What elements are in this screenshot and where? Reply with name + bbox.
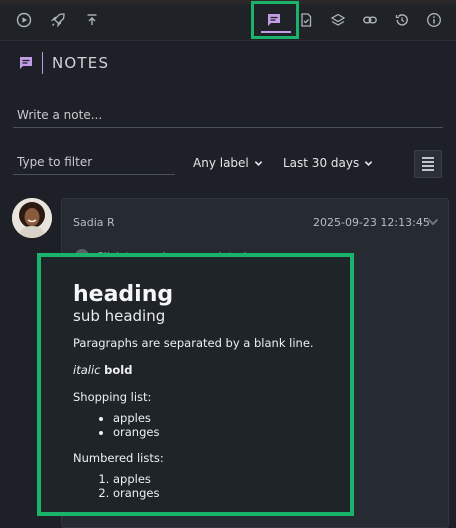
notes-header: NOTES [18, 52, 109, 74]
write-note-input[interactable] [13, 106, 443, 128]
chevron-down-icon [364, 160, 373, 166]
note-author: Sadia R [73, 216, 115, 229]
list-item: apples [113, 411, 343, 425]
label-dropdown[interactable]: Any label [193, 156, 263, 170]
numbered-list-label: Numbered lists: [73, 451, 164, 465]
list-item: oranges [113, 486, 343, 500]
note-timestamp: 2025-09-23 12:13:45 [313, 216, 430, 229]
rocket-icon[interactable] [48, 10, 68, 30]
layers-icon[interactable] [328, 10, 348, 30]
note-subheading: sub heading [73, 307, 166, 325]
avatar [12, 198, 52, 238]
link-icon[interactable] [360, 10, 380, 30]
chevron-down-icon [254, 160, 262, 166]
toolbar-backdrop [0, 0, 456, 6]
bold-text: bold [104, 363, 133, 377]
list-menu-button[interactable] [414, 150, 442, 178]
note-body-highlight: heading sub heading Paragraphs are separ… [37, 253, 354, 516]
numbered-list: apples oranges [73, 472, 343, 500]
info-icon[interactable] [424, 10, 444, 30]
header-divider [42, 52, 43, 74]
upload-icon[interactable] [82, 10, 102, 30]
menu-line-1 [422, 157, 434, 159]
checklist-icon[interactable] [296, 10, 316, 30]
list-item: oranges [113, 425, 343, 439]
shopping-list-label: Shopping list: [73, 390, 152, 404]
history-icon[interactable] [392, 10, 412, 30]
date-range-dropdown[interactable]: Last 30 days [283, 156, 373, 170]
play-circle-icon[interactable] [14, 10, 34, 30]
label-dropdown-value: Any label [193, 156, 249, 170]
note-paragraph: Paragraphs are separated by a blank line… [73, 336, 314, 350]
note-heading: heading [73, 282, 174, 307]
toolbar-left-group [14, 10, 102, 30]
menu-line-2 [422, 161, 434, 163]
note-formatting-line: italic bold [73, 363, 343, 377]
notes-tab-highlight [251, 1, 299, 39]
date-range-value: Last 30 days [283, 156, 360, 170]
menu-line-4 [422, 169, 434, 171]
menu-line-3 [422, 165, 434, 167]
collapse-chevron-icon[interactable] [426, 215, 440, 229]
page-title: NOTES [52, 54, 110, 72]
shopping-list: apples oranges [73, 411, 343, 439]
top-toolbar [0, 0, 456, 41]
note-content: heading sub heading Paragraphs are separ… [73, 283, 343, 512]
list-item: apples [113, 472, 343, 486]
filter-input[interactable] [13, 153, 175, 175]
notes-header-icon [20, 57, 32, 69]
italic-text: italic [73, 363, 101, 377]
